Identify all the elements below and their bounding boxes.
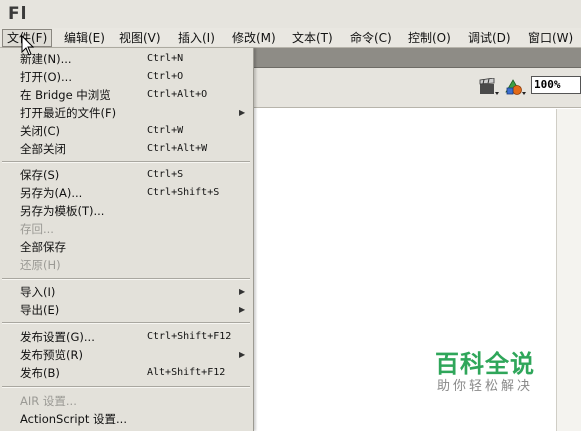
- menu-item-label: 还原(H): [20, 258, 61, 272]
- shapes-icon[interactable]: [505, 78, 526, 98]
- menu-separator: [2, 322, 250, 324]
- menu-item-label: 发布预览(R): [20, 348, 83, 362]
- clapper-icon[interactable]: [478, 77, 499, 98]
- menu-view[interactable]: 视图(V): [115, 29, 165, 47]
- menu-separator: [2, 161, 250, 163]
- watermark-subtitle: 助你轻松解决: [436, 379, 533, 394]
- menu-item-label: 导入(I): [20, 285, 56, 299]
- menu-item-label: 导出(E): [20, 303, 60, 317]
- menu-debug[interactable]: 调试(D): [464, 29, 515, 47]
- menu-item-shortcut: Ctrl+S: [147, 169, 184, 180]
- menu-item-label: 打开最近的文件(F): [20, 106, 117, 120]
- submenu-arrow-icon: ▶: [239, 350, 246, 359]
- menu-item-publish-settings[interactable]: 发布设置(G)... Ctrl+Shift+F12: [0, 328, 252, 346]
- menu-item-browse-bridge[interactable]: 在 Bridge 中浏览 Ctrl+Alt+O: [0, 86, 252, 104]
- menu-modify[interactable]: 修改(M): [228, 29, 280, 47]
- menu-item-shortcut: Alt+Shift+F12: [147, 367, 226, 378]
- menu-separator: [2, 386, 250, 388]
- menu-item-revert: 还原(H): [0, 256, 252, 274]
- menu-bar: 文件(F) 编辑(E) 视图(V) 插入(I) 修改(M) 文本(T) 命令(C…: [0, 28, 581, 48]
- menu-item-label: 发布设置(G)...: [20, 330, 95, 344]
- menu-item-export[interactable]: 导出(E) ▶: [0, 301, 252, 319]
- zoom-input[interactable]: 100%: [531, 76, 581, 94]
- menu-text[interactable]: 文本(T): [288, 29, 337, 47]
- menu-item-label: 在 Bridge 中浏览: [20, 88, 111, 102]
- menu-item-save-all[interactable]: 全部保存: [0, 238, 252, 256]
- menu-item-air-settings: AIR 设置...: [0, 392, 252, 410]
- menu-window[interactable]: 窗口(W): [524, 29, 577, 47]
- menu-item-close[interactable]: 关闭(C) Ctrl+W: [0, 122, 252, 140]
- menu-item-label: 关闭(C): [20, 124, 61, 138]
- app-logo: Fl: [8, 4, 28, 24]
- menu-item-shortcut: Ctrl+Shift+F12: [147, 331, 232, 342]
- menu-item-save[interactable]: 保存(S) Ctrl+S: [0, 166, 252, 184]
- menu-edit[interactable]: 编辑(E): [60, 29, 109, 47]
- title-bar: Fl: [0, 0, 581, 28]
- menu-item-shortcut: Ctrl+W: [147, 125, 184, 136]
- menu-item-save-as[interactable]: 另存为(A)... Ctrl+Shift+S: [0, 184, 252, 202]
- watermark: 百科全说 助你轻松解决: [425, 350, 545, 396]
- menu-item-publish-preview[interactable]: 发布预览(R) ▶: [0, 346, 252, 364]
- submenu-arrow-icon: ▶: [239, 305, 246, 314]
- menu-item-label: AIR 设置...: [20, 394, 77, 408]
- submenu-arrow-icon: ▶: [239, 287, 246, 296]
- menu-item-shortcut: Ctrl+Shift+S: [147, 187, 220, 198]
- menu-item-shortcut: Ctrl+Alt+O: [147, 89, 208, 100]
- menu-item-label: 另存为(A)...: [20, 186, 83, 200]
- menu-item-shortcut: Ctrl+Alt+W: [147, 143, 208, 154]
- menu-separator: [2, 278, 250, 280]
- menu-item-new[interactable]: 新建(N)... Ctrl+N: [0, 50, 252, 68]
- submenu-arrow-icon: ▶: [239, 108, 246, 117]
- watermark-title: 百科全说: [435, 350, 535, 378]
- menu-item-publish[interactable]: 发布(B) Alt+Shift+F12: [0, 364, 252, 382]
- mouse-cursor-icon: [21, 35, 35, 56]
- menu-commands[interactable]: 命令(C): [346, 29, 396, 47]
- menu-item-label: 存回...: [20, 222, 54, 236]
- menu-item-shortcut: Ctrl+N: [147, 53, 184, 64]
- menu-item-label: 保存(S): [20, 168, 60, 182]
- menu-control[interactable]: 控制(O): [404, 29, 455, 47]
- menu-item-label: 全部保存: [20, 240, 66, 254]
- menu-insert[interactable]: 插入(I): [174, 29, 219, 47]
- menu-item-save-as-template[interactable]: 另存为模板(T)...: [0, 202, 252, 220]
- menu-item-open[interactable]: 打开(O)... Ctrl+O: [0, 68, 252, 86]
- menu-item-label: 发布(B): [20, 366, 60, 380]
- vertical-scrollbar[interactable]: [556, 109, 581, 431]
- menu-item-label: ActionScript 设置...: [20, 412, 127, 426]
- menu-item-check-in: 存回...: [0, 220, 252, 238]
- menu-item-open-recent[interactable]: 打开最近的文件(F) ▶: [0, 104, 252, 122]
- menu-item-import[interactable]: 导入(I) ▶: [0, 283, 252, 301]
- menu-item-close-all[interactable]: 全部关闭 Ctrl+Alt+W: [0, 140, 252, 158]
- menu-item-label: 打开(O)...: [20, 70, 72, 84]
- menu-item-label: 全部关闭: [20, 142, 66, 156]
- file-menu-dropdown: 新建(N)... Ctrl+N 打开(O)... Ctrl+O 在 Bridge…: [0, 48, 254, 431]
- menu-item-actionscript-settings[interactable]: ActionScript 设置...: [0, 410, 252, 428]
- menu-item-shortcut: Ctrl+O: [147, 71, 184, 82]
- menu-item-label: 另存为模板(T)...: [20, 204, 105, 218]
